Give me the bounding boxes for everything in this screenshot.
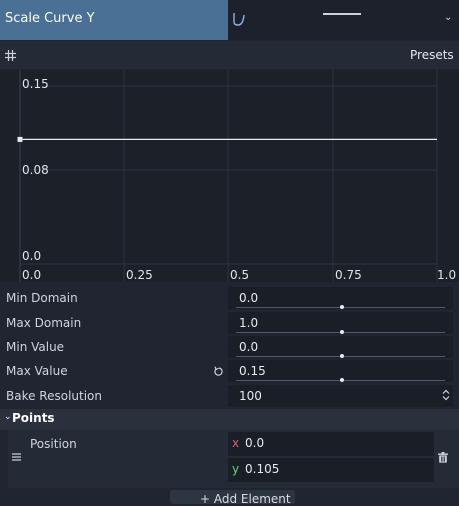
x-tick-label: 0.5 <box>230 268 250 282</box>
min-value-value: 0.0 <box>239 340 259 354</box>
position-x-value: 0.0 <box>245 436 265 450</box>
slider-knob[interactable] <box>340 354 344 358</box>
curve-icon <box>233 13 245 26</box>
curve-resource-picker[interactable] <box>229 0 459 40</box>
bake-resolution-label: Bake Resolution <box>6 389 103 403</box>
min-domain-value: 0.0 <box>239 291 259 305</box>
x-axis-label: x <box>232 436 240 450</box>
position-label: Position <box>30 437 77 451</box>
add-element-label: + Add Element <box>200 492 291 506</box>
curve-editor[interactable] <box>0 70 459 282</box>
points-title: Points <box>12 411 55 425</box>
points-section-header[interactable] <box>0 409 459 430</box>
trash-icon[interactable] <box>438 452 448 463</box>
x-tick-label: 0.75 <box>335 268 362 282</box>
min-domain-label: Min Domain <box>6 291 78 305</box>
min-value-label: Min Value <box>6 340 65 354</box>
y-axis-label: y <box>232 462 240 476</box>
max-domain-label: Max Domain <box>6 316 82 330</box>
curve-preview <box>323 13 361 15</box>
max-domain-value: 1.0 <box>239 316 259 330</box>
spinner-icon[interactable] <box>442 389 450 401</box>
slider-knob[interactable] <box>340 305 344 309</box>
curve-point <box>17 136 23 142</box>
max-value-label: Max Value <box>6 364 68 378</box>
slider-knob[interactable] <box>340 378 344 382</box>
drag-handle-icon[interactable] <box>12 453 21 461</box>
bake-resolution-value: 100 <box>239 389 262 403</box>
y-tick-label: 0.15 <box>22 77 49 91</box>
x-tick-label: 1.0 <box>437 268 457 282</box>
curve-toolbar <box>0 41 459 69</box>
chevron-down-icon[interactable]: ⌄ <box>444 12 452 23</box>
position-y-value: 0.105 <box>245 462 280 476</box>
presets-button[interactable]: Presets <box>410 48 454 62</box>
x-tick-label: 0.0 <box>22 268 42 282</box>
y-tick-label: 0.08 <box>22 163 49 177</box>
slider-knob[interactable] <box>340 330 344 334</box>
x-tick-label: 0.25 <box>126 268 153 282</box>
chevron-down-icon[interactable]: ⌄ <box>4 412 12 422</box>
snap-grid-icon[interactable] <box>5 50 16 61</box>
y-tick-label: 0.0 <box>22 249 42 263</box>
max-value-value: 0.15 <box>239 364 266 378</box>
revert-icon[interactable] <box>213 366 224 377</box>
property-title: Scale Curve Y <box>5 11 95 26</box>
